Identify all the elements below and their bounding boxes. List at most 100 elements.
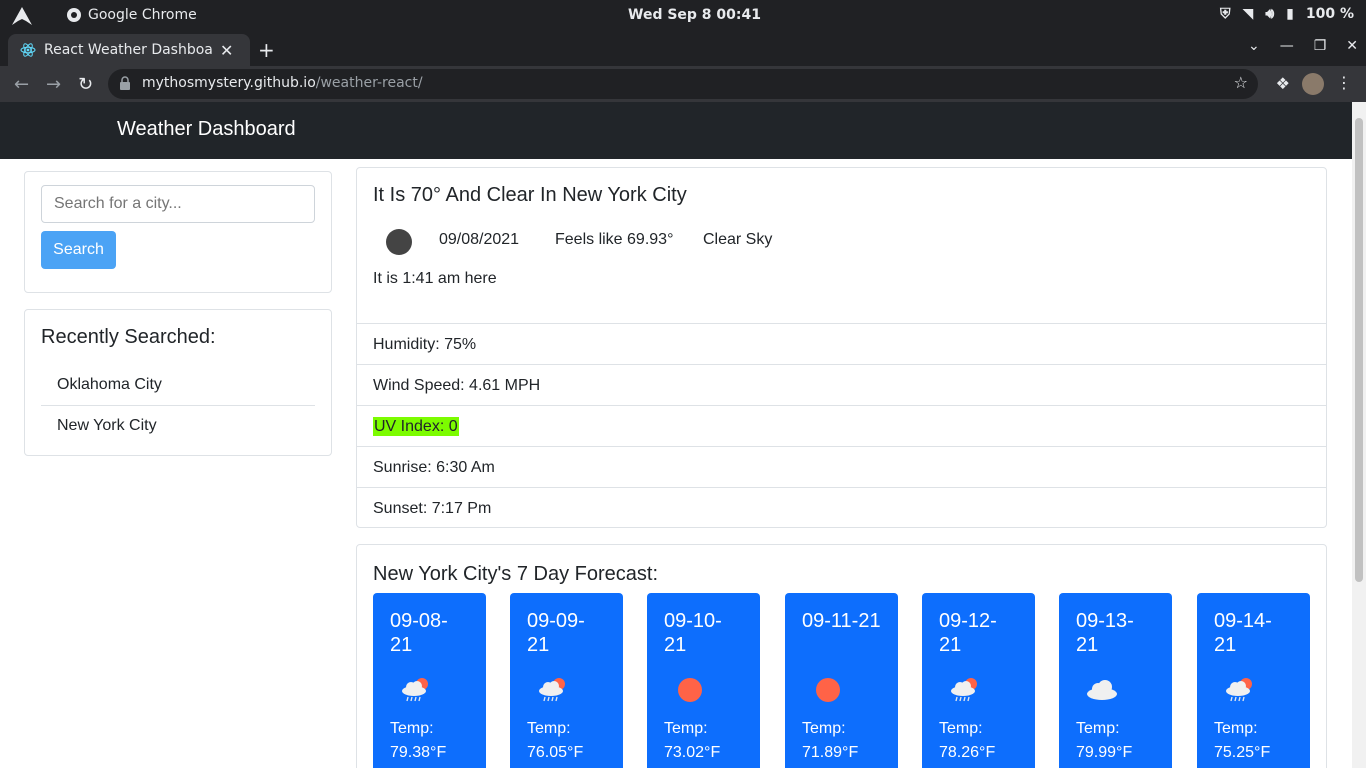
forecast-temp-value: 75.25°F (1214, 744, 1271, 761)
weather-condition-icon (386, 229, 412, 255)
forecast-date: 09-11-21 (802, 610, 881, 632)
address-bar[interactable]: mythosmystery.github.io/weather-react/ ☆ (108, 69, 1258, 99)
forecast-temp-label: Temp: (527, 720, 571, 737)
extensions-icon[interactable]: ❖ (1276, 74, 1290, 93)
active-app[interactable]: Google Chrome (66, 7, 197, 23)
search-button[interactable]: Search (41, 231, 116, 269)
url-host: mythosmystery.github.io (142, 75, 316, 91)
recent-searches-title: Recently Searched: (41, 326, 216, 348)
forecast-date: 09-08-21 (390, 610, 448, 656)
forecast-temp-value: 79.38°F (390, 744, 447, 761)
rain-cloud-sun-icon (1226, 678, 1252, 702)
forecast-date: 09-14-21 (1214, 610, 1272, 656)
forecast-date: 09-13-21 (1076, 610, 1134, 656)
back-icon[interactable]: ← (14, 74, 29, 95)
forecast-card: New York City's 7 Day Forecast: 09-08-21… (356, 544, 1327, 768)
current-date: 09/08/2021 (439, 231, 520, 248)
sun-icon (678, 678, 702, 702)
window-controls: ⌄ — ❐ ✕ (1248, 38, 1358, 54)
tab-close-icon[interactable]: ✕ (220, 41, 233, 60)
sunrise-row: Sunrise: 6:30 Am (357, 446, 1326, 487)
forecast-day-card: 09-08-21 Temp: 79.38°F (373, 593, 486, 768)
wifi-icon: ◥ (1242, 6, 1254, 22)
wind-speed-row: Wind Speed: 4.61 MPH (357, 364, 1326, 405)
recent-item-new-york-city[interactable]: New York City (41, 407, 315, 447)
weather-description: Clear Sky (703, 231, 773, 248)
forecast-day-card: 09-11-21 Temp: 71.89°F (785, 593, 898, 768)
web-page: Weather Dashboard Search Recently Search… (0, 102, 1352, 768)
city-search-input[interactable] (41, 185, 315, 223)
forecast-temp-label: Temp: (390, 720, 434, 737)
os-top-bar: Google Chrome Wed Sep 8 00:41 ⛨ ◥ 🔊︎ ▮ 1… (0, 0, 1366, 32)
forecast-temp: Temp: 71.89°F (802, 717, 858, 765)
page-scrollbar[interactable] (1352, 102, 1366, 768)
browser-toolbar: ← → ↻ mythosmystery.github.io/weather-re… (0, 66, 1366, 102)
forecast-temp-value: 73.02°F (664, 744, 721, 761)
shield-icon: ⛨ (1220, 6, 1231, 22)
forecast-temp: Temp: 76.05°F (527, 717, 583, 765)
maximize-icon[interactable]: ❐ (1314, 38, 1327, 54)
forecast-temp-value: 71.89°F (802, 744, 859, 761)
scrollbar-thumb[interactable] (1355, 118, 1363, 582)
system-clock[interactable]: Wed Sep 8 00:41 (628, 7, 761, 23)
tab-strip: React Weather Dashboard ✕ + ⌄ — ❐ ✕ (0, 32, 1366, 66)
profile-avatar[interactable] (1302, 73, 1324, 95)
rain-cloud-sun-icon (539, 678, 565, 702)
cloud-icon (1087, 680, 1117, 700)
forward-icon[interactable]: → (46, 74, 61, 95)
forecast-date: 09-12-21 (939, 610, 997, 656)
current-weather-heading: It Is 70° And Clear In New York City (373, 184, 687, 206)
app-brand[interactable]: Weather Dashboard (117, 118, 296, 141)
forecast-temp-label: Temp: (939, 720, 983, 737)
feels-like: Feels like 69.93° (555, 231, 674, 248)
forecast-temp: Temp: 75.25°F (1214, 717, 1270, 765)
url-text: mythosmystery.github.io/weather-react/ (142, 75, 423, 91)
active-app-name: Google Chrome (88, 7, 197, 23)
rain-cloud-sun-icon (402, 678, 428, 702)
recent-searches-card: Recently Searched: Oklahoma City New Yor… (24, 309, 332, 456)
forecast-temp-value: 76.05°F (527, 744, 584, 761)
sunset-row: Sunset: 7:17 Pm (357, 487, 1326, 528)
battery-level: 100 % (1305, 6, 1354, 22)
sun-icon (816, 678, 840, 702)
new-tab-icon[interactable]: + (258, 38, 275, 62)
forecast-date: 09-09-21 (527, 610, 585, 656)
tab-title: React Weather Dashboard (44, 42, 214, 58)
local-time: It is 1:41 am here (373, 270, 497, 287)
recent-item-oklahoma-city[interactable]: Oklahoma City (41, 366, 315, 406)
forecast-temp-label: Temp: (1214, 720, 1258, 737)
forecast-day-card: 09-10-21 Temp: 73.02°F (647, 593, 760, 768)
minimize-icon[interactable]: — (1280, 38, 1294, 54)
app-navbar: Weather Dashboard (0, 102, 1352, 159)
forecast-day-card: 09-12-21 Temp: 78.26°F (922, 593, 1035, 768)
close-window-icon[interactable]: ✕ (1346, 38, 1358, 54)
current-weather-card: It Is 70° And Clear In New York City 09/… (356, 167, 1327, 528)
arch-logo-icon[interactable] (12, 7, 32, 25)
bookmark-star-icon[interactable]: ☆ (1234, 73, 1248, 92)
reload-icon[interactable]: ↻ (78, 74, 93, 95)
forecast-day-card: 09-09-21 Temp: 76.05°F (510, 593, 623, 768)
url-path: /weather-react/ (315, 75, 423, 91)
forecast-temp: Temp: 79.99°F (1076, 717, 1132, 765)
battery-icon: ▮ (1286, 6, 1294, 22)
search-card: Search (24, 171, 332, 293)
forecast-temp-label: Temp: (802, 720, 846, 737)
forecast-date: 09-10-21 (664, 610, 722, 656)
uv-index-row: UV Index: 0 (357, 405, 1326, 446)
forecast-temp: Temp: 79.38°F (390, 717, 446, 765)
forecast-temp: Temp: 78.26°F (939, 717, 995, 765)
lock-icon[interactable] (120, 76, 130, 90)
forecast-temp-label: Temp: (1076, 720, 1120, 737)
tab-search-icon[interactable]: ⌄ (1248, 38, 1260, 54)
browser-menu-icon[interactable]: ⋮ (1336, 73, 1352, 92)
chrome-icon (67, 8, 81, 22)
browser-tab[interactable]: React Weather Dashboard ✕ (8, 34, 250, 66)
humidity-row: Humidity: 75% (357, 323, 1326, 364)
uv-index-badge: UV Index: 0 (373, 417, 459, 436)
system-tray[interactable]: ⛨ ◥ 🔊︎ ▮ 100 % (1220, 6, 1354, 22)
forecast-temp: Temp: 73.02°F (664, 717, 720, 765)
forecast-title: New York City's 7 Day Forecast: (373, 563, 659, 585)
rain-cloud-sun-icon (951, 678, 977, 702)
forecast-temp-value: 78.26°F (939, 744, 996, 761)
forecast-temp-label: Temp: (664, 720, 708, 737)
